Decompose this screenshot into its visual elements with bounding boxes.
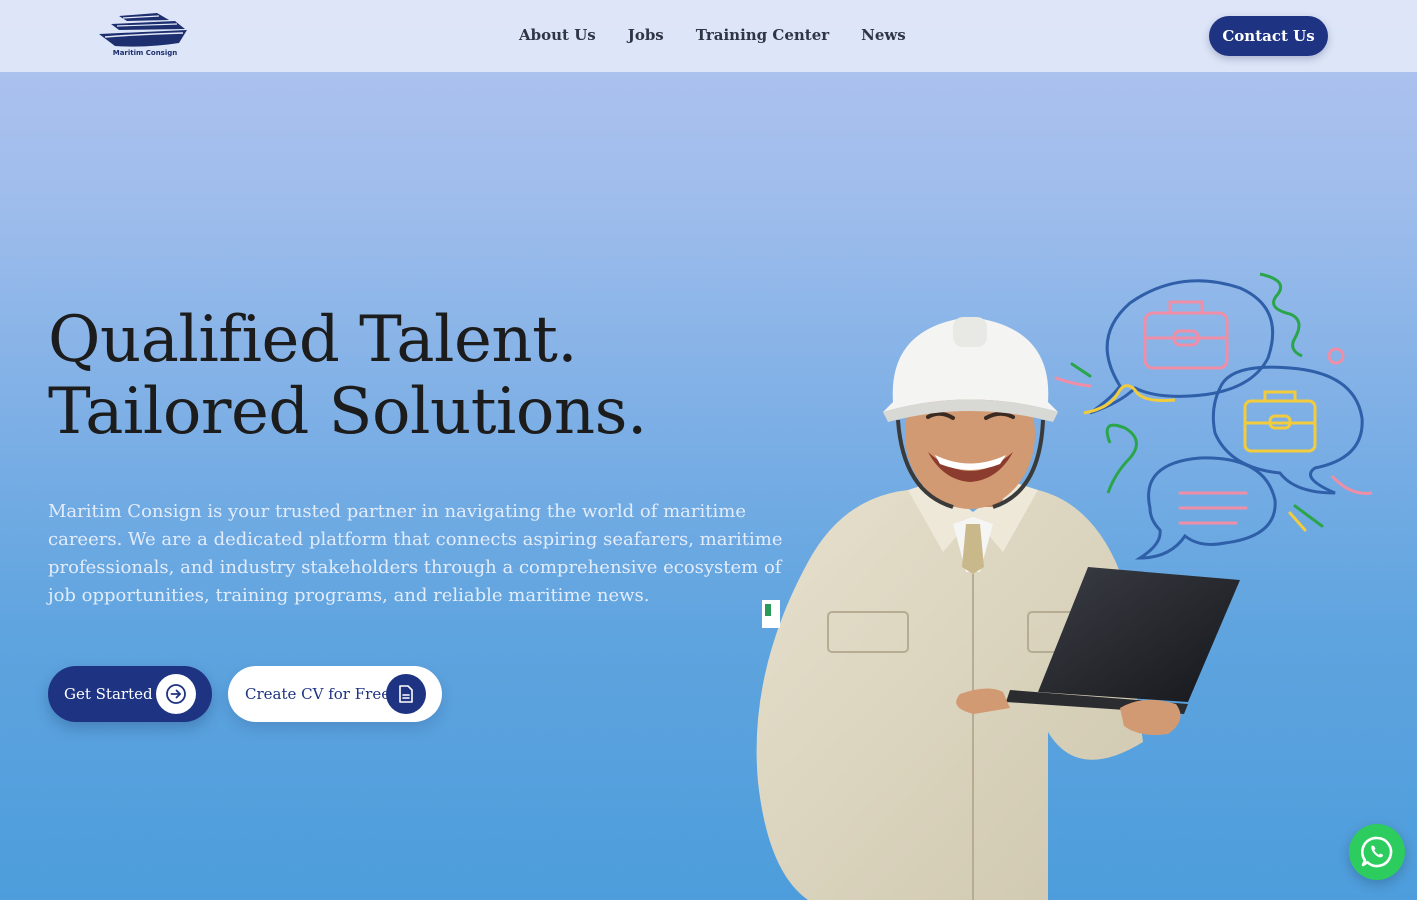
logo[interactable]: Maritim Consign <box>97 10 189 62</box>
nav-jobs[interactable]: Jobs <box>628 24 664 46</box>
document-icon <box>386 674 426 714</box>
logo-text: Maritim Consign <box>112 49 178 57</box>
worker-with-laptop-image <box>748 312 1248 900</box>
nav-training-center[interactable]: Training Center <box>696 24 829 46</box>
whatsapp-button[interactable] <box>1349 824 1405 880</box>
contact-us-button[interactable]: Contact Us <box>1209 16 1328 56</box>
create-cv-button[interactable]: Create CV for Free <box>228 666 442 722</box>
nav-news[interactable]: News <box>861 24 906 46</box>
hero-title-line-2: Tailored Solutions. <box>48 375 647 449</box>
arrow-right-circle-icon <box>156 674 196 714</box>
get-started-button[interactable]: Get Started <box>48 666 212 722</box>
hero-description: Maritim Consign is your trusted partner … <box>48 501 783 606</box>
nav-about-us[interactable]: About Us <box>519 24 596 46</box>
ship-logo-icon <box>99 13 187 47</box>
get-started-label: Get Started <box>64 685 153 703</box>
hero-title-line-1: Qualified Talent. <box>48 303 578 377</box>
hero-title: Qualified Talent. Tailored Solutions. <box>48 304 768 448</box>
create-cv-label: Create CV for Free <box>245 685 391 703</box>
whatsapp-icon <box>1360 836 1393 868</box>
site-header: Maritim Consign About Us Jobs Training C… <box>0 0 1417 72</box>
main-nav: About Us Jobs Training Center News <box>519 24 906 46</box>
